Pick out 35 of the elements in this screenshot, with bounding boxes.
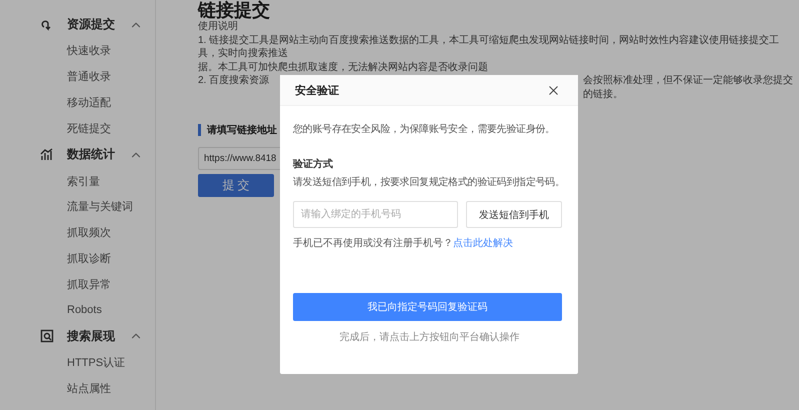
page-title: 链接提交 xyxy=(198,0,271,20)
method-heading: 验证方式 xyxy=(293,158,334,172)
sidebar-group[interactable]: 搜索展现 xyxy=(67,328,116,345)
sidebar-group[interactable]: 资源提交 xyxy=(67,16,116,33)
sidebar-item[interactable]: 移动适配 xyxy=(67,94,111,110)
sidebar-item[interactable]: 索引量 xyxy=(67,174,100,189)
method-text: 请发送短信到手机，按要求回复规定格式的验证码到指定号码。 xyxy=(293,176,565,190)
sidebar-item[interactable]: 抓取异常 xyxy=(67,276,111,292)
usage-heading: 使用说明 xyxy=(198,20,239,34)
sidebar-item[interactable]: 快速收录 xyxy=(67,43,111,58)
section-title: 请填写链接地址 xyxy=(207,124,277,137)
sidebar-item[interactable]: 抓取频次 xyxy=(67,225,111,240)
help-text: 手机已不再使用或没有注册手机号？ xyxy=(293,237,453,251)
sidebar-item[interactable]: 普通收录 xyxy=(67,69,111,84)
footnote-text: 完成后，请点击上方按钮向平台确认操作 xyxy=(338,330,520,344)
sidebar-item[interactable]: 站点属性 xyxy=(67,381,111,396)
sidebar-item[interactable]: 死链提交 xyxy=(67,120,111,136)
phone-field[interactable]: 请输入绑定的手机号码 xyxy=(293,201,458,228)
sidebar-group[interactable]: 数据统计 xyxy=(67,146,116,164)
usage-text: 会按照标准处理，但不保证一定能够收录您提交的链接。 xyxy=(583,74,794,101)
dialog-title: 安全验证 xyxy=(295,84,339,98)
sidebar-item[interactable]: Robots xyxy=(67,304,102,316)
search-icon xyxy=(40,329,54,344)
usage-text: 1. 链接提交工具是网站主动向百度搜索推送数据的工具，本工具可缩短爬虫发现网站链接时间，网站时效性内容建议使用链接提交工具，实时向搜索推送 xyxy=(198,34,780,60)
send-sms-button[interactable]: 发送短信到手机 xyxy=(466,201,562,228)
usage-text: 2. 百度搜索资源 xyxy=(198,74,270,88)
sidebar-item[interactable]: 抓取诊断 xyxy=(67,250,111,266)
usage-text: 据。本工具可加快爬虫抓取速度，无法解决网站内容是否收录问题 xyxy=(198,60,489,74)
confirm-button[interactable]: 我已向指定号码回复验证码 xyxy=(293,293,562,321)
sidebar-item[interactable]: HTTPS认证 xyxy=(67,355,126,370)
submit-button[interactable]: 提 交 xyxy=(198,174,274,197)
chart-icon xyxy=(40,148,54,162)
help-link[interactable]: 点击此处解决 xyxy=(453,237,513,251)
notice-text: 您的账号存在安全风险，为保障账号安全，需要先验证身份。 xyxy=(293,123,555,137)
sidebar-item[interactable]: 流量与关键词 xyxy=(67,199,133,214)
